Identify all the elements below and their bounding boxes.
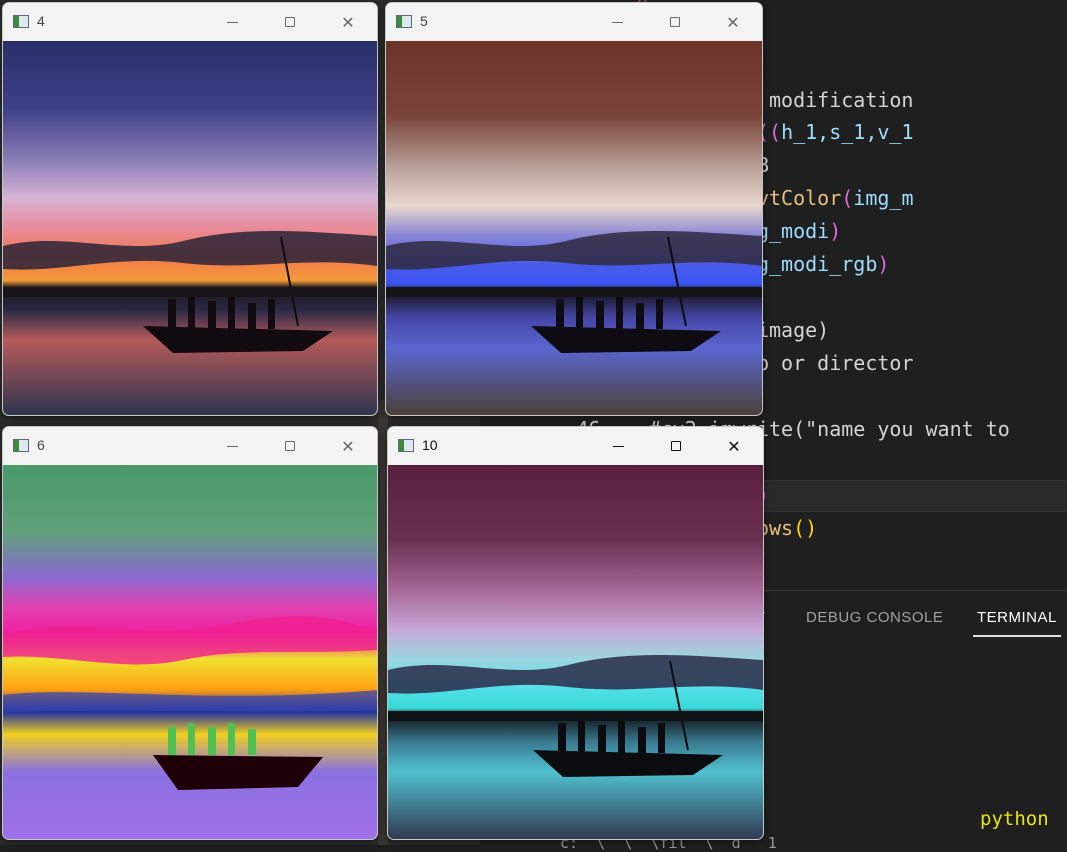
window-title: 4 [37,13,45,29]
code-token: ) [829,219,842,243]
image-canvas [388,465,763,839]
image-canvas [3,41,377,415]
maximize-icon [671,441,681,451]
image-window-6[interactable]: 6 ✕ [2,426,378,840]
minimize-icon [226,445,238,447]
code-token: ) [877,252,890,276]
teal-shift-image [388,465,763,839]
maximize-button[interactable] [646,3,704,41]
window-title: 6 [37,437,45,453]
minimize-icon [611,21,623,23]
close-button[interactable]: ✕ [319,427,377,465]
image-window-10[interactable]: 10 ✕ [387,426,764,840]
window-title-bar[interactable]: 10 ✕ [388,427,763,465]
maximize-button[interactable] [261,427,319,465]
minimize-button[interactable] [203,427,261,465]
close-button[interactable]: ✕ [704,3,762,41]
close-icon: ✕ [726,12,740,32]
code-token: img_m [853,186,914,210]
close-icon: ✕ [727,436,741,456]
blue-shift-image [386,41,762,415]
psychedelic-image [3,465,377,839]
close-button[interactable]: ✕ [319,3,377,41]
app-window-icon [396,15,412,28]
window-title-bar[interactable]: 6 ✕ [3,427,377,465]
close-button[interactable]: ✕ [705,427,763,465]
maximize-button[interactable] [261,3,319,41]
minimize-button[interactable] [203,3,261,41]
minimize-icon [612,445,624,447]
code-token: () [793,516,818,540]
minimize-button[interactable] [589,427,647,465]
maximize-icon [670,17,680,27]
app-window-icon [13,15,29,28]
maximize-icon [285,441,295,451]
image-canvas [386,41,762,415]
sunset-image [3,41,377,415]
app-window-icon [398,439,414,452]
window-title: 5 [420,13,428,29]
maximize-icon [285,17,295,27]
minimize-button[interactable] [588,3,646,41]
tab-terminal[interactable]: TERMINAL [973,609,1061,637]
image-canvas [3,465,377,839]
code-token: h_1,s_1,v_1 [781,120,914,144]
tab-debug-console[interactable]: DEBUG CONSOLE [806,609,943,626]
window-title: 10 [422,437,438,453]
terminal-shell-label[interactable]: python [980,808,1049,830]
window-title-bar[interactable]: 5 ✕ [386,3,762,41]
minimize-icon [226,21,238,23]
code-token: ( [841,186,854,210]
close-icon: ✕ [341,436,355,456]
window-title-bar[interactable]: 4 ✕ [3,3,377,41]
app-window-icon [13,439,29,452]
close-icon: ✕ [341,12,355,32]
maximize-button[interactable] [647,427,705,465]
image-window-5[interactable]: 5 ✕ [385,2,763,416]
image-window-4[interactable]: 4 ✕ [2,2,378,416]
